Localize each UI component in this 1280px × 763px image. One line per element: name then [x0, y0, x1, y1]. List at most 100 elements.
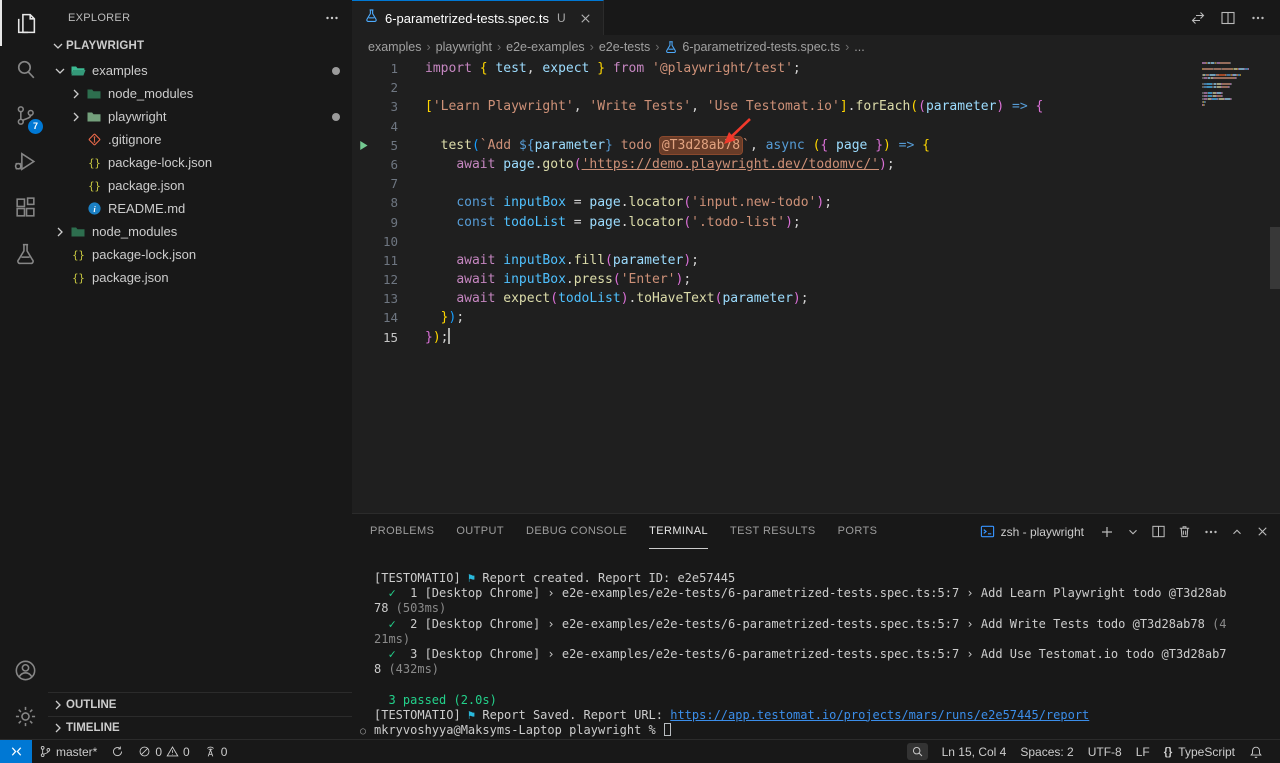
breadcrumb-item-e2e-tests[interactable]: e2e-tests — [599, 40, 650, 54]
kill-terminal-icon[interactable] — [1177, 524, 1192, 539]
cursor-position[interactable]: Ln 15, Col 4 — [935, 740, 1014, 763]
sidebar-title: EXPLORER — [68, 12, 324, 24]
breadcrumb-item-6-parametrized-tests-spec-ts[interactable]: 6-parametrized-tests.spec.ts — [664, 40, 840, 54]
glyph-margin — [352, 78, 374, 97]
panel-tab-debug-console[interactable]: DEBUG CONSOLE — [526, 514, 627, 549]
tree-item-playwright[interactable]: playwright — [48, 105, 352, 128]
compare-changes-icon[interactable] — [1190, 10, 1206, 26]
breadcrumb-separator: › — [845, 40, 849, 54]
code-line[interactable]: 12 await inputBox.press('Enter'); — [352, 270, 1280, 289]
terminal-tab[interactable]: zsh - playwright — [980, 524, 1084, 539]
tree-item-readme-md[interactable]: iREADME.md — [48, 197, 352, 220]
maximize-panel-icon[interactable] — [1230, 525, 1244, 539]
tree-item-node-modules[interactable]: node_modules — [48, 82, 352, 105]
branch-status[interactable]: master* — [32, 740, 104, 763]
activity-settings-icon[interactable] — [0, 693, 48, 739]
notifications-bell[interactable] — [1242, 740, 1270, 763]
code-text: test(`Add ${parameter} todo @T3d28ab78`,… — [398, 136, 930, 155]
code-line[interactable]: 3['Learn Playwright', 'Write Tests', 'Us… — [352, 97, 1280, 116]
code-line[interactable]: 7 — [352, 174, 1280, 193]
panel-tab-test-results[interactable]: TEST RESULTS — [730, 514, 816, 549]
code-line[interactable]: 4 — [352, 117, 1280, 136]
tree-item-examples[interactable]: examples — [48, 59, 352, 82]
code-line[interactable]: 1import { test, expect } from '@playwrig… — [352, 59, 1280, 78]
code-line[interactable]: 14 }); — [352, 308, 1280, 327]
new-terminal-icon[interactable] — [1099, 524, 1115, 540]
code-line[interactable]: 10 — [352, 232, 1280, 251]
glyph-margin — [352, 193, 374, 212]
split-terminal-icon[interactable] — [1151, 524, 1166, 539]
code-line[interactable]: 13 await expect(todoList).toHaveText(par… — [352, 289, 1280, 308]
section-playwright[interactable]: PLAYWRIGHT — [48, 35, 352, 57]
breadcrumb-item-[interactable]: ... — [854, 40, 864, 54]
line-number: 14 — [374, 308, 398, 327]
tree-item-gitignore[interactable]: .gitignore — [48, 128, 352, 151]
language-name: TypeScript — [1178, 745, 1235, 759]
minimap[interactable] — [1202, 62, 1266, 107]
activity-testing-icon[interactable] — [0, 230, 48, 276]
chevron-down-icon[interactable] — [1126, 525, 1140, 539]
eol-status[interactable]: LF — [1129, 740, 1157, 763]
section-timeline[interactable]: TIMELINE — [48, 716, 352, 739]
code-line[interactable]: 2 — [352, 78, 1280, 97]
code-line[interactable]: 9 const todoList = page.locator('.todo-l… — [352, 213, 1280, 232]
ports-status[interactable]: 0 — [197, 740, 235, 763]
encoding-status[interactable]: UTF-8 — [1081, 740, 1129, 763]
tree-item-label: node_modules — [108, 86, 193, 101]
run-test-icon[interactable] — [352, 136, 374, 155]
editor-scrollbar[interactable] — [1270, 227, 1280, 289]
breadcrumb-item-e2e-examples[interactable]: e2e-examples — [506, 40, 585, 54]
magnifier-status[interactable] — [900, 740, 935, 763]
activity-explorer-icon[interactable] — [0, 0, 48, 46]
tree-item-label: playwright — [108, 109, 167, 124]
glyph-margin — [352, 174, 374, 193]
command-decoration-icon: ○ — [360, 724, 366, 739]
activity-accounts-icon[interactable] — [0, 647, 48, 693]
panel-tab-output[interactable]: OUTPUT — [456, 514, 504, 549]
language-status[interactable]: {}TypeScript — [1157, 740, 1242, 763]
panel-tab-ports[interactable]: PORTS — [838, 514, 878, 549]
tree-item-package-json[interactable]: {}package.json — [48, 174, 352, 197]
indentation-status[interactable]: Spaces: 2 — [1013, 740, 1080, 763]
code-line[interactable]: 5 test(`Add ${parameter} todo @T3d28ab78… — [352, 136, 1280, 155]
activity-run-and-debug-icon[interactable] — [0, 138, 48, 184]
radio-tower-icon — [204, 745, 217, 758]
tab-spec-file[interactable]: 6-parametrized-tests.spec.ts U — [352, 0, 604, 35]
close-icon[interactable] — [578, 11, 593, 26]
more-actions-icon[interactable] — [1250, 10, 1266, 26]
code-line[interactable]: 8 const inputBox = page.locator('input.n… — [352, 193, 1280, 212]
terminal-output[interactable]: [TESTOMATIO] ⚑ Report created. Report ID… — [352, 549, 1280, 739]
code-editor[interactable]: 1import { test, expect } from '@playwrig… — [352, 59, 1280, 513]
activity-source-control-icon[interactable]: 7 — [0, 92, 48, 138]
more-actions-icon[interactable] — [324, 10, 340, 26]
minimap-line — [1202, 89, 1266, 91]
minimap-line — [1202, 62, 1266, 64]
code-line[interactable]: 11 await inputBox.fill(parameter); — [352, 251, 1280, 270]
section-outline[interactable]: OUTLINE — [48, 693, 352, 716]
code-text: import { test, expect } from '@playwrigh… — [398, 59, 801, 78]
panel-tab-problems[interactable]: PROBLEMS — [370, 514, 434, 549]
breadcrumb-item-examples[interactable]: examples — [368, 40, 422, 54]
tree-item-package-json[interactable]: {}package.json — [48, 266, 352, 289]
code-line[interactable]: 15}); — [352, 328, 1280, 347]
line-number: 11 — [374, 251, 398, 270]
breadcrumb-separator: › — [497, 40, 501, 54]
activity-search-icon[interactable] — [0, 46, 48, 92]
badge-count: 7 — [28, 119, 43, 134]
tree-item-node-modules[interactable]: node_modules — [48, 220, 352, 243]
more-actions-icon[interactable] — [1203, 524, 1219, 540]
activity-extensions-icon[interactable] — [0, 184, 48, 230]
code-line[interactable]: 6 await page.goto('https://demo.playwrig… — [352, 155, 1280, 174]
sync-button[interactable] — [104, 740, 131, 763]
tree-item-package-lock-json[interactable]: {}package-lock.json — [48, 151, 352, 174]
split-editor-icon[interactable] — [1220, 10, 1236, 26]
bell-icon — [1249, 745, 1263, 759]
problems-status[interactable]: 0 0 — [131, 740, 196, 763]
breadcrumb-item-playwright[interactable]: playwright — [436, 40, 492, 54]
panel-tab-terminal[interactable]: TERMINAL — [649, 514, 708, 549]
breadcrumb-label: examples — [368, 40, 422, 54]
tree-item-package-lock-json[interactable]: {}package-lock.json — [48, 243, 352, 266]
terminal-link[interactable]: https://app.testomat.io/projects/mars/ru… — [670, 708, 1089, 722]
remote-indicator[interactable] — [0, 740, 32, 763]
close-panel-icon[interactable] — [1255, 524, 1270, 539]
